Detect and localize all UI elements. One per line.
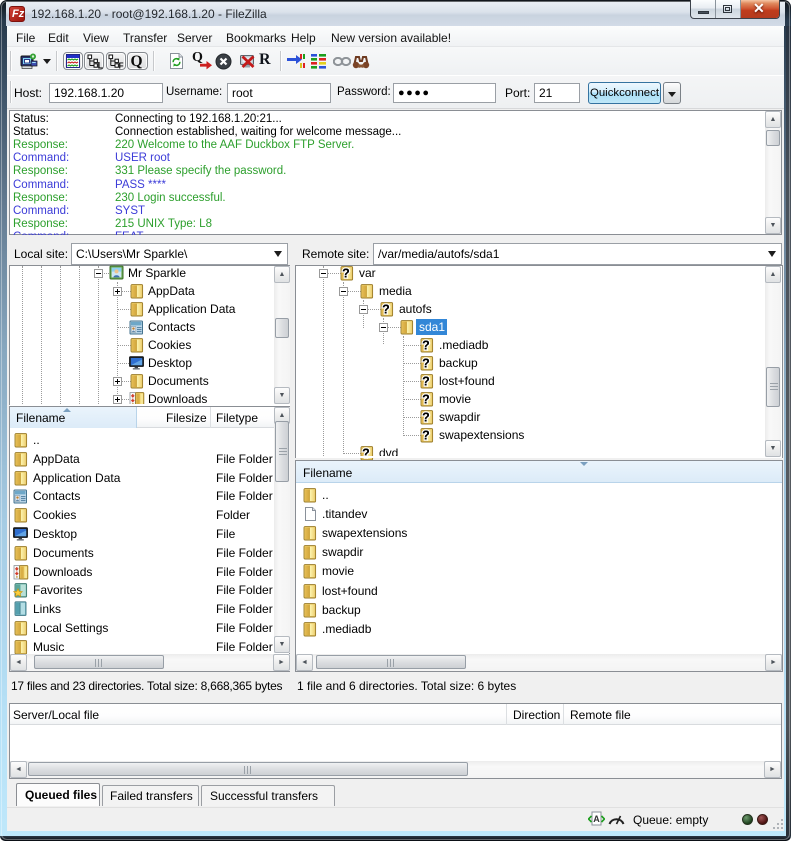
svg-text:?: ? [422,411,430,425]
svg-text:?: ? [422,357,430,371]
svg-text:?: ? [422,339,430,353]
svg-text:A: A [593,814,600,824]
svg-text:?: ? [382,303,390,317]
svg-text:?: ? [362,447,370,461]
svg-text:?: ? [422,393,430,407]
svg-text:L: L [97,61,102,69]
svg-text:F: F [119,62,124,69]
svg-text:?: ? [342,267,350,281]
svg-text:?: ? [422,375,430,389]
svg-text:?: ? [422,429,430,443]
